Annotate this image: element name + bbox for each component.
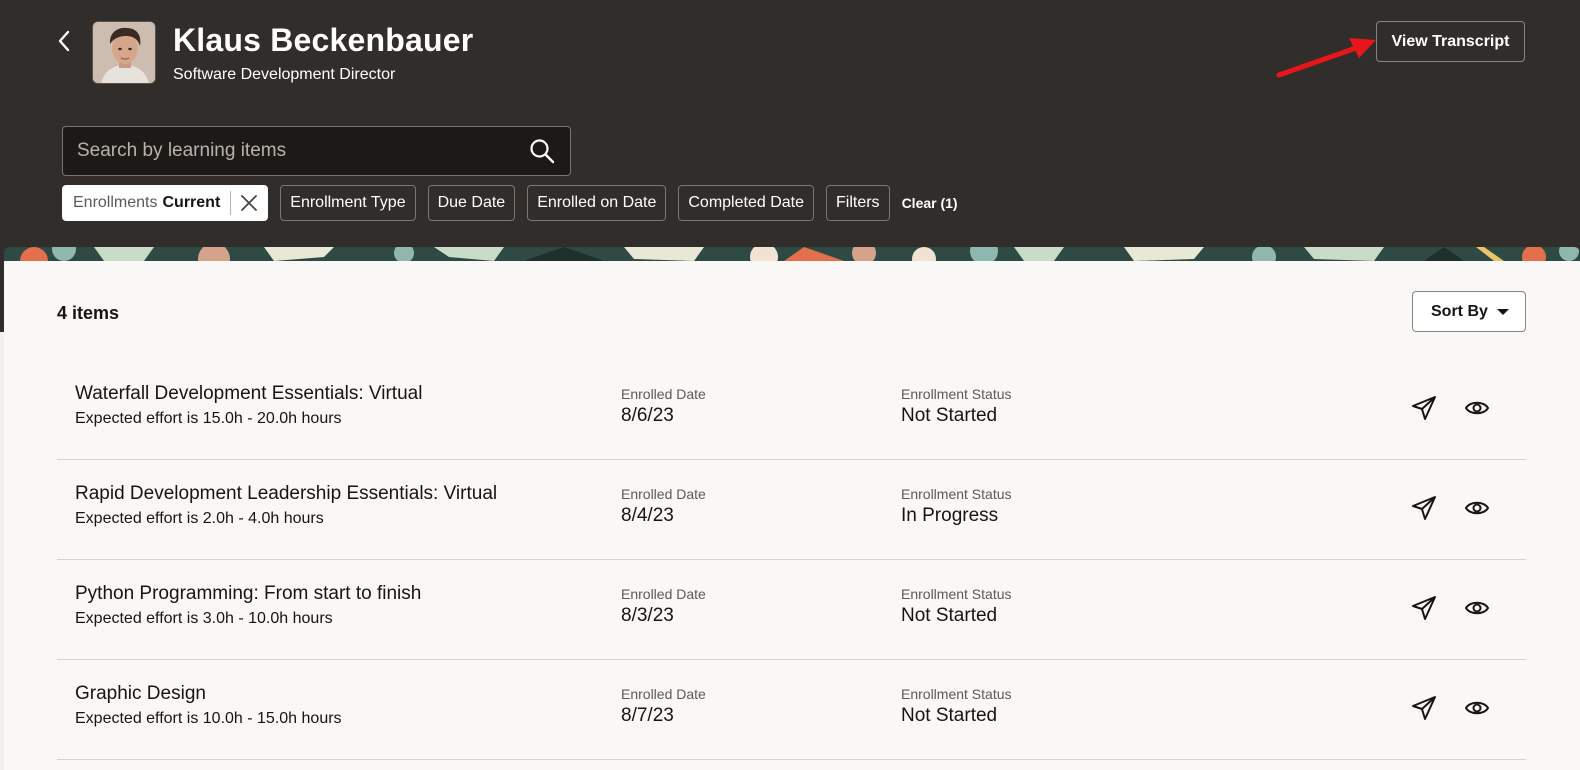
chip-divider bbox=[230, 191, 232, 215]
view-transcript-button[interactable]: View Transcript bbox=[1376, 21, 1525, 62]
send-button[interactable] bbox=[1406, 590, 1442, 626]
enrollment-status-value: In Progress bbox=[901, 505, 999, 526]
enrollment-status-label: Enrollment Status bbox=[901, 386, 1012, 402]
send-icon bbox=[1412, 596, 1436, 620]
item-effort: Expected effort is 3.0h - 10.0h hours bbox=[75, 610, 333, 627]
send-icon bbox=[1412, 496, 1436, 520]
send-icon bbox=[1412, 696, 1436, 720]
item-effort: Expected effort is 10.0h - 15.0h hours bbox=[75, 710, 342, 727]
item-effort: Expected effort is 15.0h - 20.0h hours bbox=[75, 410, 342, 427]
decorative-banner bbox=[4, 247, 1580, 261]
learning-items-list: Waterfall Development Essentials: Virtua… bbox=[57, 360, 1526, 760]
filter-chip-value: Current bbox=[162, 194, 221, 211]
filter-chip-due-date[interactable]: Due Date bbox=[427, 185, 516, 221]
person-title: Software Development Director bbox=[173, 66, 396, 83]
filter-chip-label: Enrollments bbox=[73, 194, 158, 211]
remove-filter-button[interactable] bbox=[239, 193, 259, 213]
clear-filters-link[interactable]: Clear (1) bbox=[902, 195, 958, 211]
enrollment-status-label: Enrollment Status bbox=[901, 686, 1012, 702]
search-box bbox=[62, 126, 571, 176]
enrollment-status-value: Not Started bbox=[901, 605, 998, 626]
enrolled-date-label: Enrolled Date bbox=[621, 486, 706, 502]
item-title[interactable]: Rapid Development Leadership Essentials:… bbox=[75, 483, 497, 505]
view-button[interactable] bbox=[1459, 690, 1495, 726]
list-item[interactable]: Graphic Design Expected effort is 10.0h … bbox=[57, 660, 1526, 760]
filter-bar: Enrollments Current Enrollment Type Due … bbox=[62, 185, 958, 221]
annotation-arrow-icon bbox=[1276, 38, 1376, 78]
enrollment-status-label: Enrollment Status bbox=[901, 586, 1012, 602]
send-icon bbox=[1412, 396, 1436, 420]
avatar bbox=[92, 21, 156, 84]
enrolled-date-value: 8/3/23 bbox=[621, 605, 674, 626]
enrolled-date-value: 8/7/23 bbox=[621, 705, 674, 726]
view-button[interactable] bbox=[1459, 490, 1495, 526]
enrolled-date-value: 8/6/23 bbox=[621, 405, 674, 426]
item-title[interactable]: Graphic Design bbox=[75, 683, 206, 705]
learning-items-panel: 4 items Sort By Waterfall Development Es… bbox=[4, 261, 1580, 770]
eye-icon bbox=[1464, 701, 1490, 715]
list-item[interactable]: Waterfall Development Essentials: Virtua… bbox=[57, 360, 1526, 460]
item-title[interactable]: Python Programming: From start to finish bbox=[75, 583, 421, 605]
view-button[interactable] bbox=[1459, 590, 1495, 626]
item-title[interactable]: Waterfall Development Essentials: Virtua… bbox=[75, 383, 422, 405]
enrolled-date-label: Enrolled Date bbox=[621, 586, 706, 602]
close-icon bbox=[241, 195, 258, 211]
chevron-down-icon bbox=[1497, 309, 1509, 315]
eye-icon bbox=[1464, 401, 1490, 415]
items-count: 4 items bbox=[57, 303, 120, 323]
filter-chip-enrolled-on-date[interactable]: Enrolled on Date bbox=[527, 185, 667, 221]
person-name: Klaus Beckenbauer bbox=[173, 22, 474, 58]
enrollment-status-value: Not Started bbox=[901, 705, 998, 726]
list-item[interactable]: Rapid Development Leadership Essentials:… bbox=[57, 460, 1526, 560]
filter-chip-enrollment-type[interactable]: Enrollment Type bbox=[280, 185, 416, 221]
enrolled-date-value: 8/4/23 bbox=[621, 505, 674, 526]
enrollment-status-label: Enrollment Status bbox=[901, 486, 1012, 502]
eye-icon bbox=[1464, 501, 1490, 515]
send-button[interactable] bbox=[1406, 690, 1442, 726]
view-button[interactable] bbox=[1459, 390, 1495, 426]
filter-chip-enrollments[interactable]: Enrollments Current bbox=[62, 185, 269, 221]
search-button[interactable] bbox=[528, 137, 556, 165]
filter-chip-completed-date[interactable]: Completed Date bbox=[678, 185, 814, 221]
item-effort: Expected effort is 2.0h - 4.0h hours bbox=[75, 510, 324, 527]
filters-button[interactable]: Filters bbox=[826, 185, 890, 221]
send-button[interactable] bbox=[1406, 490, 1442, 526]
list-item[interactable]: Python Programming: From start to finish… bbox=[57, 560, 1526, 660]
back-button[interactable] bbox=[50, 27, 78, 55]
search-icon bbox=[530, 139, 555, 164]
enrolled-date-label: Enrolled Date bbox=[621, 386, 706, 402]
eye-icon bbox=[1464, 601, 1490, 615]
search-input[interactable] bbox=[63, 127, 503, 175]
sort-by-button[interactable]: Sort By bbox=[1412, 291, 1526, 332]
enrollment-status-value: Not Started bbox=[901, 405, 998, 426]
chevron-left-icon bbox=[58, 30, 70, 52]
sort-by-label: Sort By bbox=[1431, 302, 1488, 320]
send-button[interactable] bbox=[1406, 390, 1442, 426]
enrolled-date-label: Enrolled Date bbox=[621, 686, 706, 702]
